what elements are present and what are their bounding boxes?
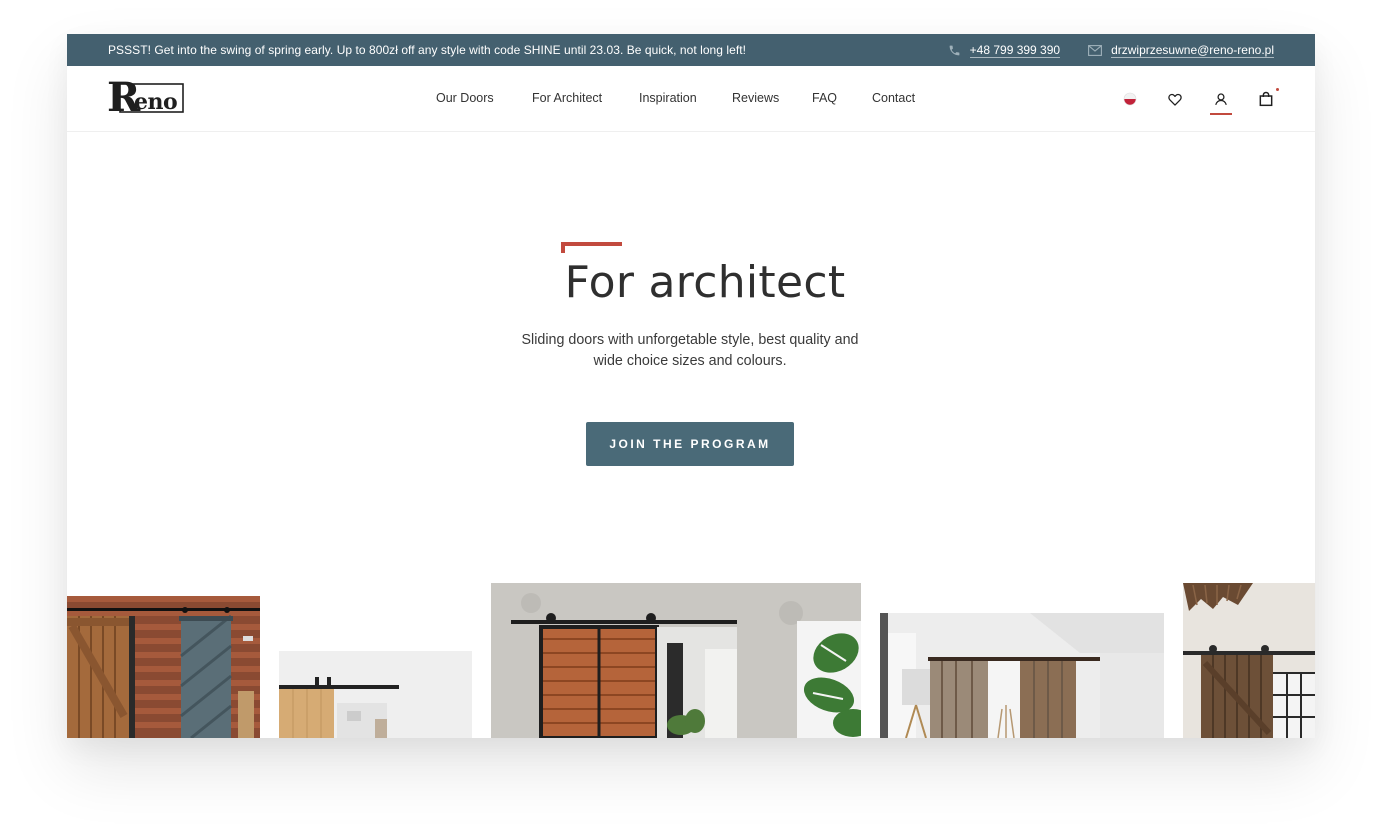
nav-inspiration[interactable]: Inspiration	[639, 91, 697, 105]
nav-our-doors[interactable]: Our Doors	[436, 91, 494, 105]
email-address[interactable]: drzwiprzesuwne@reno-reno.pl	[1111, 43, 1274, 58]
phone-link[interactable]: +48 799 399 390	[948, 43, 1061, 58]
promo-text: PSSST! Get into the swing of spring earl…	[108, 43, 746, 57]
phone-icon	[949, 45, 960, 55]
main-header: R eno Our Doors For Architect Inspiratio…	[67, 66, 1315, 132]
mail-icon	[1088, 44, 1103, 56]
email-link[interactable]: drzwiprzesuwne@reno-reno.pl	[1088, 43, 1274, 58]
page-frame: PSSST! Get into the swing of spring earl…	[67, 34, 1315, 738]
phone-number[interactable]: +48 799 399 390	[969, 43, 1061, 58]
language-flag-icon[interactable]	[1121, 90, 1139, 108]
cart-indicator-dot	[1276, 88, 1279, 91]
nav-reviews[interactable]: Reviews	[732, 91, 779, 105]
title-accent-bracket	[561, 242, 622, 253]
user-icon[interactable]	[1212, 90, 1230, 108]
hero-section: For architect Sliding doors with unforge…	[67, 132, 1315, 582]
gallery-image-rustic-wood-door	[880, 613, 1164, 738]
promo-bar: PSSST! Get into the swing of spring earl…	[67, 34, 1315, 66]
join-program-button[interactable]: JOIN THE PROGRAM	[586, 422, 794, 466]
gallery-image-dark-wood-door	[1183, 583, 1315, 738]
nav-contact[interactable]: Contact	[872, 91, 915, 105]
nav-faq[interactable]: FAQ	[812, 91, 837, 105]
bag-icon[interactable]	[1257, 88, 1279, 108]
gallery-image-brick-barn-doors	[67, 596, 260, 738]
heart-icon[interactable]	[1166, 90, 1184, 108]
gallery-image-concrete-wall-door	[491, 583, 861, 738]
nav-for-architect[interactable]: For Architect	[532, 91, 602, 105]
user-icon-underline	[1210, 113, 1232, 115]
page-title: For architect	[564, 257, 846, 308]
hero-description: Sliding doors with unforgetable style, b…	[521, 332, 859, 369]
gallery-image-white-room-door	[279, 651, 472, 738]
